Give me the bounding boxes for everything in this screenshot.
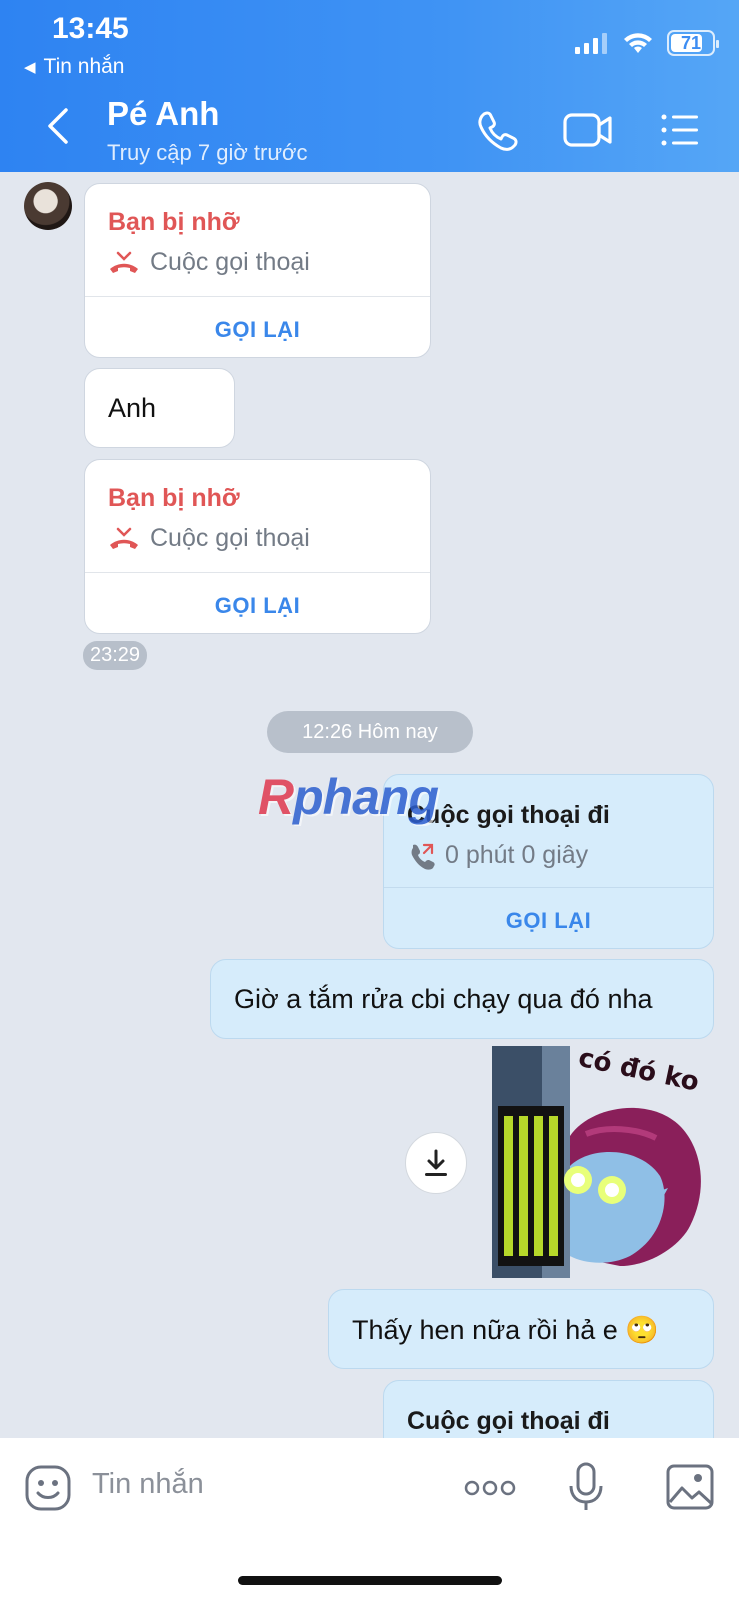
status-time: 13:45 [52,12,129,45]
battery-icon: 71 [667,30,719,56]
signal-icon [575,33,607,54]
back-app-label: Tin nhắn [43,55,125,78]
contact-last-seen: Truy cập 7 giờ trước [107,140,308,165]
outgoing-text-bubble[interactable]: Giờ a tắm rửa cbi chạy qua đó nha [210,959,714,1039]
call-back-button[interactable]: GỌI LẠI [384,908,713,934]
divider [384,887,713,888]
missed-call-subtitle-text: Cuộc gọi thoại [150,248,310,276]
image-gallery-icon[interactable] [666,1464,714,1510]
contact-avatar[interactable] [24,182,72,230]
incoming-text-bubble[interactable]: Anh [84,368,235,448]
microphone-icon[interactable] [568,1462,604,1512]
divider [85,296,430,297]
message-time: 23:29 [83,641,148,670]
contact-name[interactable]: Pé Anh [107,95,219,133]
back-to-app-link[interactable]: ◀ Tin nhắn [24,55,125,79]
outgoing-text-bubble[interactable]: Thấy hen nữa rồi hả e 🙄 [328,1289,714,1369]
more-options-icon[interactable] [464,1476,516,1500]
missed-call-icon [110,527,138,549]
divider [85,572,430,573]
missed-call-bubble[interactable]: Bạn bị nhỡ Cuộc gọi thoại GỌI LẠI [84,459,431,634]
missed-call-bubble[interactable]: Bạn bị nhỡ Cuộc gọi thoại GỌI LẠI [84,183,431,358]
battery-level: 71 [680,32,702,53]
outgoing-call-title: Cuộc gọi thoại đi [407,1407,610,1435]
missed-call-subtitle: Cuộc gọi thoại [108,524,310,553]
call-duration: 0 phút 0 giây [445,841,589,869]
download-sticker-button[interactable] [405,1132,467,1194]
back-arrow-icon[interactable] [40,106,76,146]
back-triangle-icon: ◀ [24,59,36,76]
home-indicator [238,1576,502,1585]
call-back-button[interactable]: GỌI LẠI [85,593,430,619]
sticker-emoji-icon[interactable] [24,1464,72,1512]
missed-call-subtitle-text: Cuộc gọi thoại [150,524,310,552]
watermark-logo: Rphang [258,769,439,825]
wifi-icon [624,33,652,53]
message-input[interactable]: Tin nhắn [92,1468,204,1501]
missed-call-icon [110,251,138,273]
download-icon [425,1149,447,1176]
message-text: Anh [108,393,157,423]
sticker-image[interactable]: có đó ko [486,1046,718,1278]
missed-call-subtitle: Cuộc gọi thoại [108,248,310,277]
message-text: Giờ a tắm rửa cbi chạy qua đó nha [234,984,653,1014]
outgoing-call-icon [411,843,435,870]
menu-list-icon[interactable] [658,108,702,152]
message-text: Thấy hen nữa rồi hả e 🙄 [352,1315,659,1345]
chat-header: 13:45 ◀ Tin nhắn 71 Pé Anh Truy cập 7 gi… [0,0,739,172]
message-composer: Tin nhắn [0,1438,739,1600]
video-call-icon[interactable] [562,108,614,152]
outgoing-call-subtitle: 0 phút 0 giây [407,841,588,870]
missed-call-title: Bạn bị nhỡ [108,208,240,236]
sticker-caption: có đó ko [576,1046,702,1098]
call-back-button[interactable]: GỌI LẠI [85,317,430,343]
missed-call-title: Bạn bị nhỡ [108,484,240,512]
status-icons: 71 [575,30,719,56]
phone-call-icon[interactable] [474,108,518,152]
date-separator: 12:26 Hôm nay [267,711,473,753]
